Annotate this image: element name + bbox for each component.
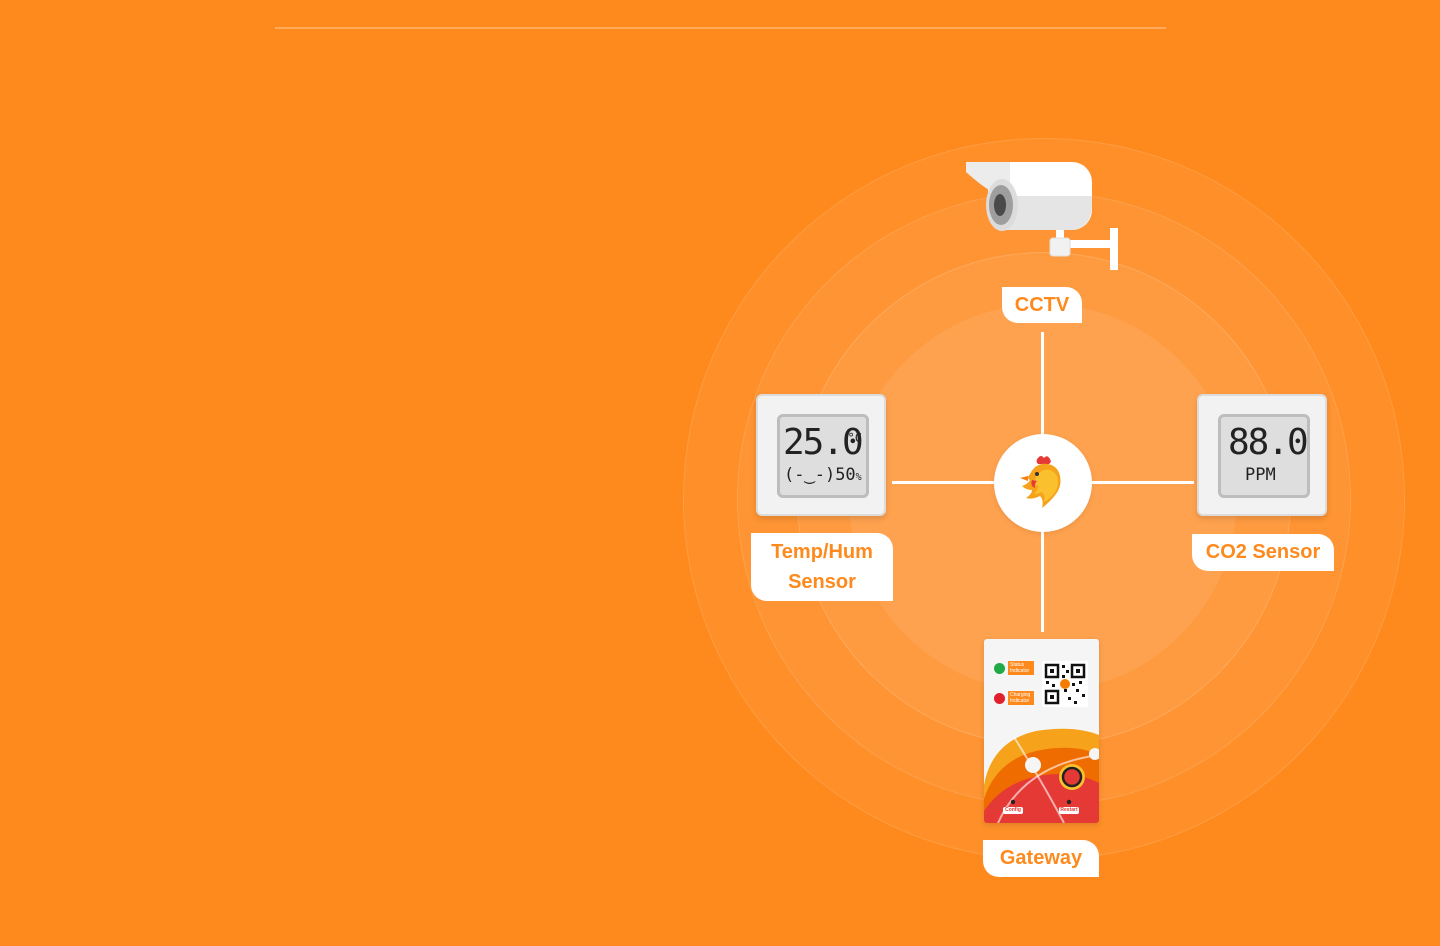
co2-label: CO2 Sensor [1192, 534, 1334, 571]
co2-readout: 88.0 [1228, 422, 1309, 463]
connector-cctv [1041, 332, 1044, 434]
connector-gateway [1041, 532, 1044, 632]
comfort-face: (-‿-) [784, 465, 836, 485]
co2-unit: PPM [1245, 465, 1276, 485]
hub-node [994, 434, 1092, 532]
temp-hum-label-line1: Temp/Hum [771, 541, 873, 563]
gateway-artwork [984, 728, 1099, 823]
config-button-label: Config [1005, 807, 1021, 813]
gateway-label: Gateway [983, 840, 1099, 877]
gateway-device: Status Indicator Charging Indicator Conf… [984, 639, 1099, 823]
connector-temp-hum [892, 481, 994, 484]
restart-button-label: Restart [1060, 807, 1078, 813]
temp-hum-display: 25.0 °C (-‿-)50% [777, 414, 869, 498]
connector-co2 [1092, 481, 1194, 484]
co2-display: 88.0 PPM [1218, 414, 1310, 498]
cctv-camera-icon [966, 162, 1118, 270]
qr-code-icon [1042, 661, 1088, 707]
temp-hum-label: Temp/Hum Sensor [751, 533, 893, 601]
temperature-unit: °C [847, 431, 862, 445]
charging-indicator-tag: Charging Indicator [1008, 691, 1034, 705]
temp-hum-label-line2: Sensor [788, 571, 856, 593]
charging-led-icon [994, 693, 1005, 704]
status-led-icon [994, 663, 1005, 674]
humidity-readout: 50 [835, 465, 856, 485]
status-indicator-tag: Status Indicator [1008, 661, 1034, 675]
rooster-logo-icon [1020, 456, 1061, 508]
cctv-label: CCTV [1002, 287, 1082, 323]
top-divider [275, 27, 1166, 29]
humidity-unit: % [855, 472, 862, 483]
co2-sensor-device: 88.0 PPM [1197, 394, 1327, 516]
humidity-row: (-‿-)50% [784, 465, 862, 485]
temp-hum-sensor-device: 25.0 °C (-‿-)50% [756, 394, 886, 516]
